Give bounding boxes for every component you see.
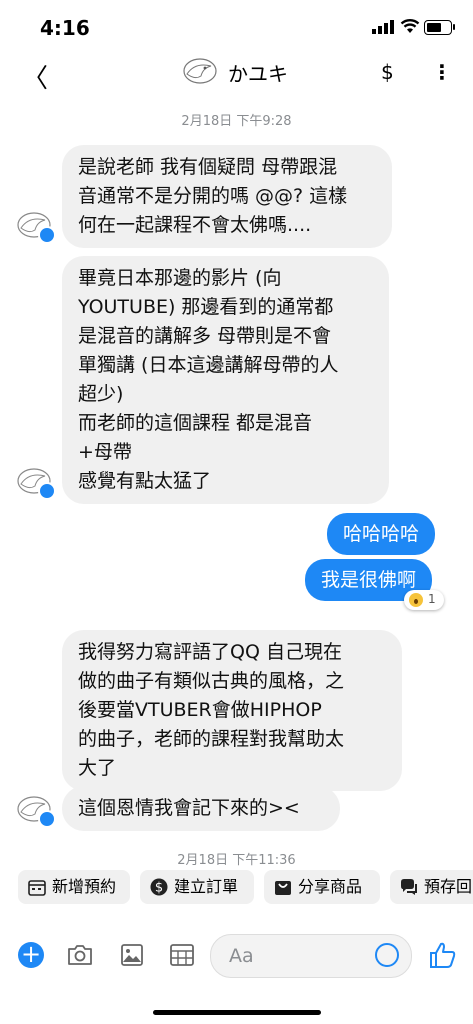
more-options-button[interactable]: ⋮	[432, 60, 452, 84]
message-line: 畢竟日本那邊的影片 (向	[78, 267, 282, 289]
message-line: 單獨講 (日本這邊講解母帶的人	[78, 354, 339, 376]
back-button[interactable]: 〈	[22, 58, 48, 95]
message-line: 這個恩情我會記下來的><	[78, 797, 300, 819]
chip-share-product[interactable]: 分享商品	[264, 870, 380, 904]
message-line: 是混音的講解多 母帶則是不會	[78, 325, 332, 347]
camera-icon[interactable]	[66, 942, 94, 968]
chip-label: 預存回	[424, 877, 473, 896]
signal-icon	[372, 20, 394, 34]
message-line: YOUTUBE) 那邊看到的通常都	[78, 296, 334, 318]
message-line: 感覺有點太猛了	[78, 470, 212, 492]
chip-label: 建立訂單	[174, 877, 239, 896]
sender-avatar[interactable]	[14, 208, 56, 244]
message-line: 超少)	[78, 383, 124, 405]
quick-actions-bar: 新增預約 $ 建立訂單 分享商品 預存回	[0, 870, 473, 906]
composer-bar: + Aa	[0, 930, 473, 982]
home-indicator	[153, 1010, 321, 1015]
messenger-badge-icon	[38, 482, 56, 500]
payment-button[interactable]: $	[381, 60, 394, 84]
calendar-grid-icon[interactable]	[168, 942, 196, 968]
chip-saved-replies[interactable]: 預存回	[390, 870, 473, 904]
message-line: 而老師的這個課程 都是混音	[78, 412, 313, 434]
calendar-icon	[28, 880, 46, 896]
timestamp: 2月18日 下午11:36	[177, 853, 296, 868]
chip-create-order[interactable]: $ 建立訂單	[140, 870, 254, 904]
incoming-message[interactable]: 這個恩情我會記下來的><	[62, 786, 340, 831]
message-reaction[interactable]: 1	[404, 590, 444, 610]
svg-text:$: $	[155, 881, 163, 896]
message-line: 我得努力寫評語了QQ 自己現在	[78, 641, 342, 663]
chat-icon	[401, 879, 417, 895]
battery-icon	[424, 20, 452, 35]
messenger-badge-icon	[38, 226, 56, 244]
incoming-message[interactable]: 畢竟日本那邊的影片 (向 YOUTUBE) 那邊看到的通常都 是混音的講解多 母…	[62, 256, 389, 504]
wow-emoji-icon	[409, 593, 423, 607]
chat-header: 〈 かユキ $ ⋮	[0, 52, 473, 98]
message-line: 何在一起課程不會太佛嗎....	[78, 214, 312, 236]
bag-icon	[275, 881, 291, 895]
status-time: 4:16	[40, 16, 90, 40]
message-line: 的曲子，老師的課程對我幫助太	[78, 728, 345, 750]
plus-button[interactable]: +	[18, 942, 44, 968]
chip-label: 新增預約	[52, 877, 117, 896]
incoming-message[interactable]: 是說老師 我有個疑問 母帶跟混 音通常不是分開的嗎 @@? 這樣 何在一起課程不…	[62, 145, 392, 248]
reaction-count: 1	[428, 592, 436, 606]
chip-label: 分享商品	[298, 877, 363, 896]
outgoing-message[interactable]: 哈哈哈哈	[327, 513, 436, 555]
message-line: 是說老師 我有個疑問 母帶跟混	[78, 156, 338, 178]
dollar-icon: $	[150, 878, 168, 896]
contact-name[interactable]: かユキ	[228, 58, 288, 87]
emoji-icon[interactable]	[375, 943, 399, 967]
timestamp: 2月18日 下午9:28	[181, 114, 292, 129]
messenger-badge-icon	[38, 810, 56, 828]
sender-avatar[interactable]	[14, 792, 56, 828]
message-input[interactable]: Aa	[210, 934, 412, 978]
battery-tip	[453, 24, 455, 30]
thumbs-up-icon[interactable]	[428, 940, 456, 970]
message-line: 做的曲子有類似古典的風格，之	[78, 670, 345, 692]
chip-new-appointment[interactable]: 新增預約	[18, 870, 130, 904]
contact-avatar[interactable]	[181, 54, 219, 88]
incoming-message[interactable]: 我得努力寫評語了QQ 自己現在 做的曲子有類似古典的風格，之 後要當VTUBER…	[62, 630, 402, 791]
message-line: +母帶	[78, 441, 132, 463]
message-input-placeholder: Aa	[229, 945, 254, 967]
message-line: 音通常不是分開的嗎 @@? 這樣	[78, 185, 348, 207]
status-bar: 4:16	[0, 0, 473, 52]
message-line: 大了	[78, 757, 117, 779]
message-line: 後要當VTUBER會做HIPHOP	[78, 699, 322, 721]
image-icon[interactable]	[118, 942, 146, 968]
wifi-icon	[400, 19, 420, 33]
sender-avatar[interactable]	[14, 464, 56, 500]
